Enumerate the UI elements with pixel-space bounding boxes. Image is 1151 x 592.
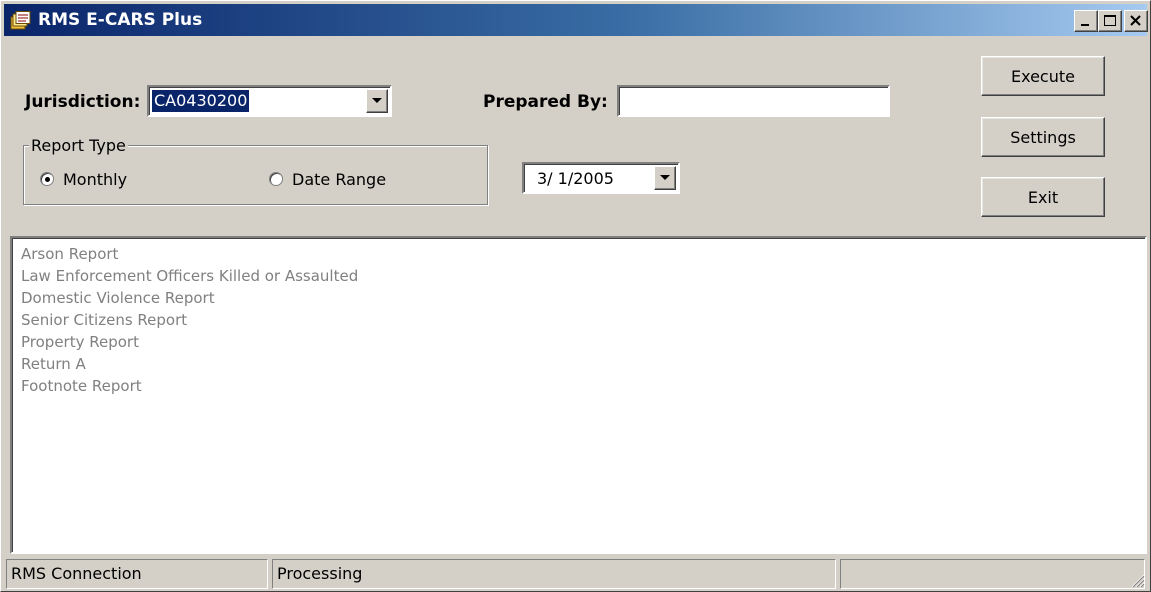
settings-button[interactable]: Settings bbox=[981, 117, 1105, 157]
status-panel-connection: RMS Connection bbox=[6, 559, 268, 589]
report-list: Arson Report Law Enforcement Officers Ki… bbox=[12, 243, 358, 397]
close-button[interactable] bbox=[1124, 10, 1148, 32]
exit-button[interactable]: Exit bbox=[981, 177, 1105, 217]
monthly-radio-label[interactable]: Monthly bbox=[63, 170, 127, 189]
status-panel-processing: Processing bbox=[272, 559, 836, 589]
list-item[interactable]: Footnote Report bbox=[12, 375, 358, 397]
radio-selected-dot bbox=[45, 177, 50, 182]
list-item[interactable]: Senior Citizens Report bbox=[12, 309, 358, 331]
date-value: 3/ 1/2005 bbox=[537, 169, 614, 188]
list-item[interactable]: Arson Report bbox=[12, 243, 358, 265]
jurisdiction-label: Jurisdiction: bbox=[25, 92, 141, 112]
close-icon bbox=[1130, 15, 1141, 26]
main-window: RMS E-CARS Plus Jurisdiction: CA0430200 … bbox=[0, 0, 1151, 592]
resize-grip-icon[interactable] bbox=[1129, 572, 1145, 588]
chevron-down-icon bbox=[372, 98, 382, 103]
execute-button[interactable]: Execute bbox=[981, 56, 1105, 96]
minimize-button[interactable] bbox=[1074, 10, 1098, 32]
prepared-by-input[interactable] bbox=[617, 85, 890, 117]
jurisdiction-combobox[interactable]: CA0430200 bbox=[147, 85, 392, 117]
minimize-icon bbox=[1081, 24, 1089, 26]
date-range-radio[interactable] bbox=[269, 172, 283, 186]
title-bar[interactable]: RMS E-CARS Plus bbox=[4, 4, 1148, 36]
jurisdiction-selected-value: CA0430200 bbox=[152, 90, 250, 112]
date-picker[interactable]: 3/ 1/2005 bbox=[522, 162, 680, 194]
maximize-button[interactable] bbox=[1098, 10, 1122, 32]
status-panel-empty bbox=[840, 559, 1145, 589]
chevron-down-icon bbox=[660, 175, 670, 180]
report-listbox[interactable]: Arson Report Law Enforcement Officers Ki… bbox=[10, 236, 1147, 554]
window-title: RMS E-CARS Plus bbox=[38, 10, 203, 30]
prepared-by-label: Prepared By: bbox=[483, 92, 608, 112]
report-type-title: Report Type bbox=[29, 136, 128, 155]
date-range-radio-label[interactable]: Date Range bbox=[292, 170, 386, 189]
jurisdiction-dropdown-button[interactable] bbox=[366, 89, 388, 113]
list-item[interactable]: Law Enforcement Officers Killed or Assau… bbox=[12, 265, 358, 287]
date-dropdown-button[interactable] bbox=[654, 166, 676, 190]
monthly-radio[interactable] bbox=[40, 172, 54, 186]
list-item[interactable]: Property Report bbox=[12, 331, 358, 353]
list-item[interactable]: Return A bbox=[12, 353, 358, 375]
status-bar: RMS Connection Processing bbox=[4, 557, 1147, 590]
list-item[interactable]: Domestic Violence Report bbox=[12, 287, 358, 309]
maximize-icon bbox=[1104, 15, 1116, 26]
rms-app-icon[interactable] bbox=[10, 11, 34, 31]
